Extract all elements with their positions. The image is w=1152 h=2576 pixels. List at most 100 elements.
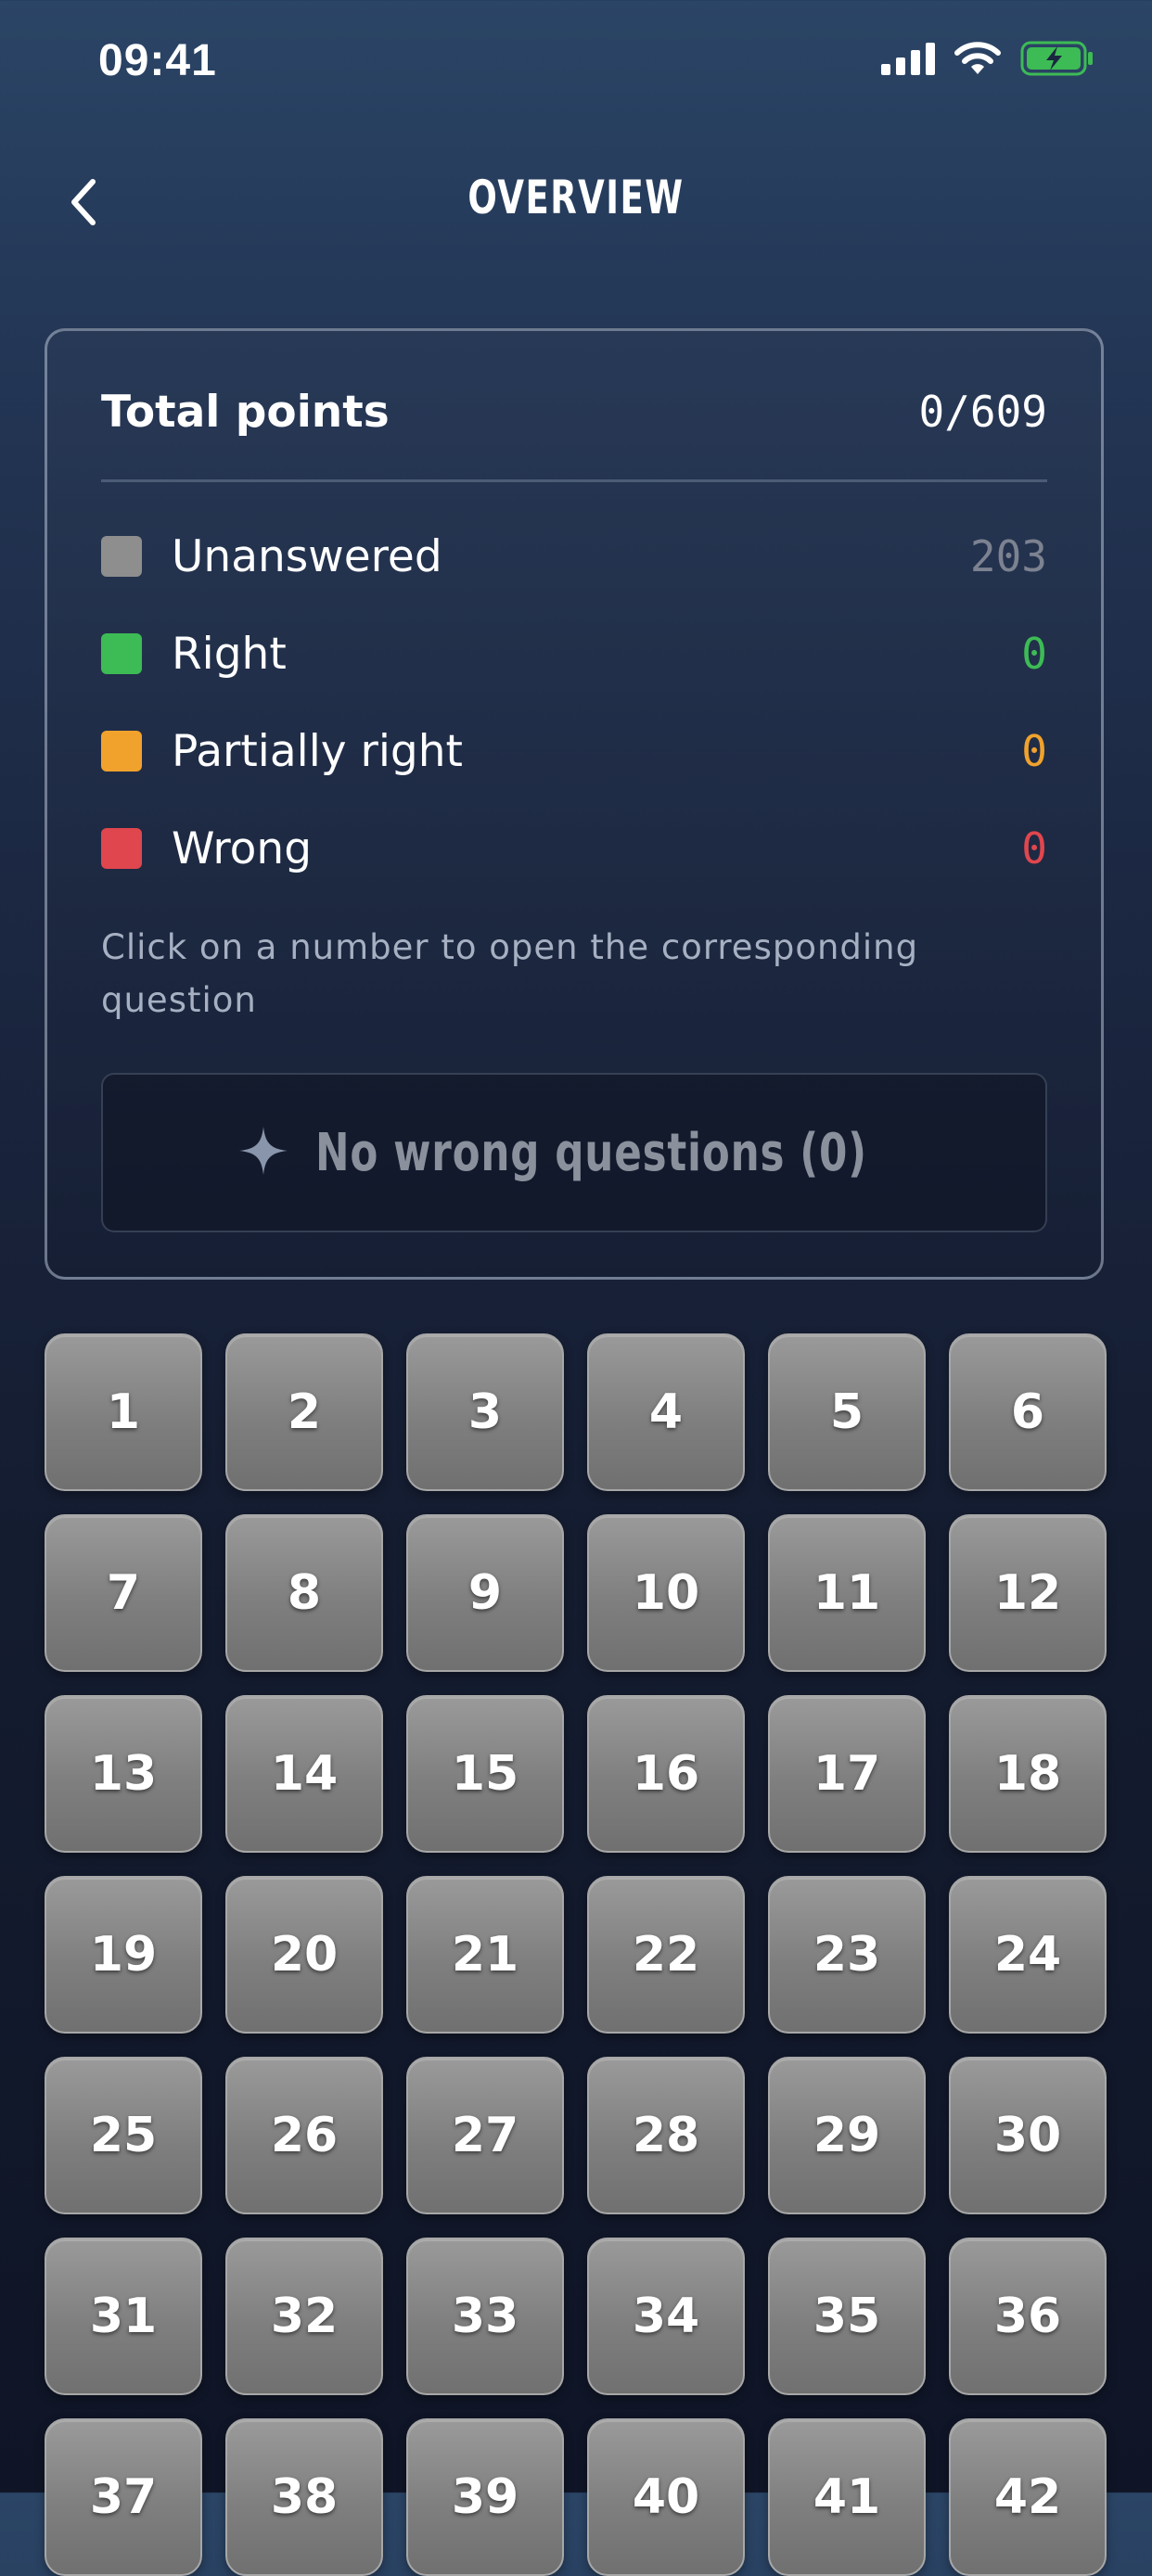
question-tile[interactable]: 25 [45,2057,202,2214]
question-tile[interactable]: 40 [587,2418,745,2576]
legend-row-wrong: Wrong 0 [101,816,1047,881]
chevron-left-icon [65,174,102,234]
question-tile[interactable]: 24 [949,1876,1107,2034]
right-swatch [101,633,142,674]
question-tile[interactable]: 27 [406,2057,564,2214]
question-tile[interactable]: 23 [768,1876,926,2034]
question-number: 27 [451,2108,519,2163]
question-tile[interactable]: 15 [406,1695,564,1853]
status-icons [881,41,1094,76]
question-number: 35 [813,2289,881,2344]
question-tile[interactable]: 20 [225,1876,383,2034]
question-tile[interactable]: 26 [225,2057,383,2214]
question-number: 8 [287,1565,322,1621]
question-number: 19 [89,1927,158,1983]
question-tile[interactable]: 4 [587,1333,745,1491]
question-number: 31 [89,2289,158,2344]
question-number: 32 [270,2289,339,2344]
question-number: 13 [89,1746,158,1802]
total-points-row: Total points 0/609 [101,379,1047,444]
question-tile[interactable]: 35 [768,2238,926,2395]
question-number: 1 [106,1384,141,1440]
question-tile[interactable]: 17 [768,1695,926,1853]
question-tile[interactable]: 21 [406,1876,564,2034]
question-number: 34 [632,2289,700,2344]
question-tile[interactable]: 18 [949,1695,1107,1853]
question-number: 38 [270,2469,339,2525]
summary-card: Total points 0/609 Unanswered 203 Right … [45,328,1104,1280]
question-tile[interactable]: 14 [225,1695,383,1853]
wifi-icon [954,41,1002,76]
question-tile[interactable]: 2 [225,1333,383,1491]
legend-count: 0 [1021,726,1047,776]
question-tile[interactable]: 29 [768,2057,926,2214]
question-tile[interactable]: 34 [587,2238,745,2395]
wrong-questions-button[interactable]: No wrong questions (0) [101,1073,1047,1232]
question-number: 24 [993,1927,1062,1983]
question-tile[interactable]: 33 [406,2238,564,2395]
back-button[interactable] [46,167,121,241]
wrong-questions-label: No wrong questions (0) [314,1122,867,1183]
legend-label: Unanswered [172,530,442,582]
total-points-label: Total points [101,386,390,438]
question-grid: 1 2 3 4 5 6 7 8 9 10 11 12 13 14 15 16 17 18 19 20 21 22 23 24 2… [45,1333,1107,2576]
question-tile[interactable]: 41 [768,2418,926,2576]
legend-label: Right [172,628,287,680]
question-number: 22 [632,1927,700,1983]
question-number: 12 [993,1565,1062,1621]
question-tile[interactable]: 32 [225,2238,383,2395]
legend-row-unanswered: Unanswered 203 [101,524,1047,589]
question-number: 21 [451,1927,519,1983]
question-tile[interactable]: 39 [406,2418,564,2576]
question-number: 29 [813,2108,881,2163]
question-number: 40 [632,2469,700,2525]
legend-row-right: Right 0 [101,621,1047,686]
question-tile[interactable]: 28 [587,2057,745,2214]
question-tile[interactable]: 10 [587,1514,745,1672]
question-number: 20 [270,1927,339,1983]
question-tile[interactable]: 42 [949,2418,1107,2576]
question-tile[interactable]: 30 [949,2057,1107,2214]
legend-count: 0 [1021,629,1047,679]
question-number: 41 [813,2469,881,2525]
question-tile[interactable]: 1 [45,1333,202,1491]
question-number: 6 [1010,1384,1045,1440]
question-number: 28 [632,2108,700,2163]
question-number: 37 [89,2469,158,2525]
question-tile[interactable]: 19 [45,1876,202,2034]
question-tile[interactable]: 36 [949,2238,1107,2395]
divider [101,479,1047,482]
wrong-swatch [101,828,142,869]
question-tile[interactable]: 22 [587,1876,745,2034]
question-tile[interactable]: 38 [225,2418,383,2576]
status-time: 09:41 [98,36,217,85]
header: OVERVIEW [0,158,1152,250]
unanswered-swatch [101,536,142,577]
question-number: 11 [813,1565,881,1621]
question-number: 15 [451,1746,519,1802]
question-tile[interactable]: 13 [45,1695,202,1853]
question-number: 7 [106,1565,141,1621]
question-number: 10 [632,1565,700,1621]
question-tile[interactable]: 37 [45,2418,202,2576]
question-tile[interactable]: 5 [768,1333,926,1491]
question-tile[interactable]: 31 [45,2238,202,2395]
question-tile[interactable]: 6 [949,1333,1107,1491]
question-number: 2 [287,1384,322,1440]
question-tile[interactable]: 11 [768,1514,926,1672]
question-number: 4 [648,1384,684,1440]
question-tile[interactable]: 8 [225,1514,383,1672]
question-number: 3 [467,1384,503,1440]
legend-label: Wrong [172,823,313,874]
question-tile[interactable]: 3 [406,1333,564,1491]
question-tile[interactable]: 9 [406,1514,564,1672]
question-number: 23 [813,1927,881,1983]
question-tile[interactable]: 12 [949,1514,1107,1672]
status-bar: 09:41 [0,0,1152,130]
question-tile[interactable]: 7 [45,1514,202,1672]
question-number: 39 [451,2469,519,2525]
page-title: OVERVIEW [467,171,685,224]
legend-label: Partially right [172,725,463,777]
question-tile[interactable]: 16 [587,1695,745,1853]
battery-charging-icon [1020,41,1094,76]
